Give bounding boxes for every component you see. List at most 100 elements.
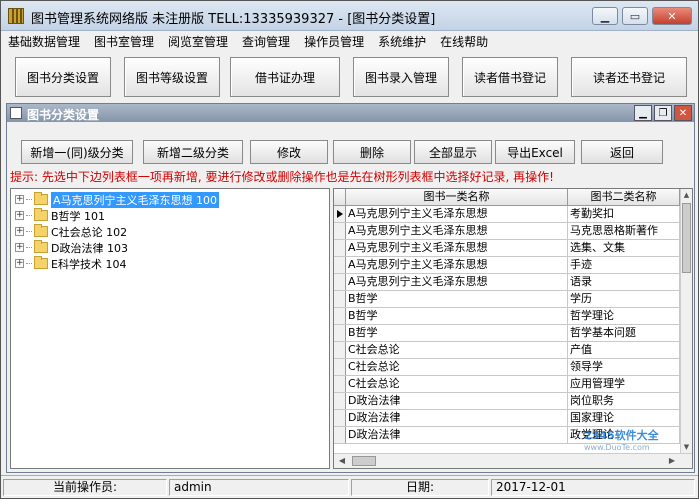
child-close-icon[interactable]: ✕: [674, 105, 692, 121]
export-excel-button[interactable]: 导出Excel: [495, 140, 575, 164]
menu-reading-room[interactable]: 阅览室管理: [161, 31, 235, 51]
row-header[interactable]: [334, 274, 346, 290]
scroll-thumb[interactable]: [352, 456, 376, 466]
cell-category-1[interactable]: B哲学: [346, 325, 568, 341]
cell-category-2[interactable]: 国家理论: [568, 410, 680, 426]
table-row[interactable]: A马克思列宁主义毛泽东思想 选集、文集: [334, 240, 680, 257]
table-row[interactable]: A马克思列宁主义毛泽东思想 马克思恩格斯著作: [334, 223, 680, 240]
current-row-indicator-icon[interactable]: [334, 206, 346, 222]
delete-button[interactable]: 删除: [333, 140, 411, 164]
row-header[interactable]: [334, 308, 346, 324]
expand-icon[interactable]: +: [15, 211, 24, 220]
row-header[interactable]: [334, 427, 346, 443]
cell-category-2[interactable]: 马克思恩格斯著作: [568, 223, 680, 239]
tree-node-label[interactable]: D政治法律 103: [51, 240, 128, 256]
cell-category-1[interactable]: D政治法律: [346, 427, 568, 443]
cell-category-1[interactable]: D政治法律: [346, 410, 568, 426]
scroll-left-icon[interactable]: ◀: [336, 455, 348, 467]
row-header[interactable]: [334, 291, 346, 307]
cell-category-1[interactable]: A马克思列宁主义毛泽东思想: [346, 223, 568, 239]
cell-category-1[interactable]: B哲学: [346, 308, 568, 324]
row-header[interactable]: [334, 376, 346, 392]
column-header[interactable]: 图书一类名称: [346, 189, 568, 205]
cell-category-1[interactable]: C社会总论: [346, 359, 568, 375]
category-tree[interactable]: + A马克思列宁主义毛泽东思想 100 + B哲学 101 + C社会总论 10…: [10, 188, 330, 469]
minimize-icon[interactable]: ▁: [592, 7, 618, 25]
borrow-register-button[interactable]: 读者借书登记: [462, 57, 558, 97]
tree-node-label[interactable]: E科学技术 104: [51, 256, 126, 272]
library-card-button[interactable]: 借书证办理: [230, 57, 340, 97]
expand-icon[interactable]: +: [15, 259, 24, 268]
table-row[interactable]: D政治法律 岗位职务: [334, 393, 680, 410]
scroll-up-icon[interactable]: ▲: [681, 189, 692, 201]
row-header[interactable]: [334, 325, 346, 341]
row-header[interactable]: [334, 240, 346, 256]
cell-category-2[interactable]: 岗位职务: [568, 393, 680, 409]
row-header[interactable]: [334, 393, 346, 409]
cell-category-2[interactable]: 领导学: [568, 359, 680, 375]
cell-category-1[interactable]: A马克思列宁主义毛泽东思想: [346, 274, 568, 290]
cell-category-2[interactable]: 考勤奖扣: [568, 206, 680, 222]
child-restore-icon[interactable]: ❐: [654, 105, 672, 121]
vertical-scrollbar[interactable]: ▲ ▼: [680, 189, 692, 453]
cell-category-2[interactable]: 手迹: [568, 257, 680, 273]
cell-category-1[interactable]: A马克思列宁主义毛泽东思想: [346, 206, 568, 222]
table-row[interactable]: A马克思列宁主义毛泽东思想 考勤奖扣: [334, 206, 680, 223]
table-row[interactable]: A马克思列宁主义毛泽东思想 手迹: [334, 257, 680, 274]
horizontal-scrollbar[interactable]: ◀ ▶: [334, 453, 692, 468]
cell-category-1[interactable]: A马克思列宁主义毛泽东思想: [346, 240, 568, 256]
menu-system-maintenance[interactable]: 系统维护: [371, 31, 433, 51]
cell-category-1[interactable]: C社会总论: [346, 376, 568, 392]
tree-node-label[interactable]: B哲学 101: [51, 208, 105, 224]
close-icon[interactable]: ✕: [652, 7, 692, 25]
cell-category-2[interactable]: 选集、文集: [568, 240, 680, 256]
menu-basic-data[interactable]: 基础数据管理: [1, 31, 87, 51]
return-button[interactable]: 返回: [581, 140, 663, 164]
table-row[interactable]: D政治法律 国家理论: [334, 410, 680, 427]
row-header[interactable]: [334, 410, 346, 426]
book-level-button[interactable]: 图书等级设置: [124, 57, 220, 97]
tree-node-label[interactable]: C社会总论 102: [51, 224, 127, 240]
row-header[interactable]: [334, 359, 346, 375]
tree-node[interactable]: + E科学技术 104: [15, 256, 126, 271]
book-category-button[interactable]: 图书分类设置: [15, 57, 111, 97]
scroll-down-icon[interactable]: ▼: [681, 441, 692, 453]
return-register-button[interactable]: 读者还书登记: [571, 57, 687, 97]
row-header[interactable]: [334, 257, 346, 273]
cell-category-2[interactable]: 哲学基本问题: [568, 325, 680, 341]
table-row[interactable]: B哲学 学历: [334, 291, 680, 308]
cell-category-2[interactable]: 产值: [568, 342, 680, 358]
cell-category-1[interactable]: B哲学: [346, 291, 568, 307]
tree-node-label[interactable]: A马克思列宁主义毛泽东思想 100: [51, 191, 220, 208]
table-row[interactable]: C社会总论 应用管理学: [334, 376, 680, 393]
menu-operator[interactable]: 操作员管理: [297, 31, 371, 51]
table-row[interactable]: C社会总论 产值: [334, 342, 680, 359]
cell-category-2[interactable]: 应用管理学: [568, 376, 680, 392]
scroll-thumb[interactable]: [682, 203, 691, 273]
child-minimize-icon[interactable]: ▁: [634, 105, 652, 121]
menu-online-help[interactable]: 在线帮助: [433, 31, 495, 51]
add-second-level-button[interactable]: 新增二级分类: [143, 140, 243, 164]
tree-node[interactable]: + A马克思列宁主义毛泽东思想 100: [15, 191, 220, 208]
maximize-icon[interactable]: ▭: [622, 7, 648, 25]
cell-category-1[interactable]: D政治法律: [346, 393, 568, 409]
table-row[interactable]: A马克思列宁主义毛泽东思想 语录: [334, 274, 680, 291]
scroll-right-icon[interactable]: ▶: [666, 455, 678, 467]
menu-query[interactable]: 查询管理: [235, 31, 297, 51]
show-all-button[interactable]: 全部显示: [414, 140, 492, 164]
cell-category-1[interactable]: A马克思列宁主义毛泽东思想: [346, 257, 568, 273]
expand-icon[interactable]: +: [15, 227, 24, 236]
menu-library-room[interactable]: 图书室管理: [87, 31, 161, 51]
column-header[interactable]: 图书二类名称: [568, 189, 680, 205]
cell-category-2[interactable]: 语录: [568, 274, 680, 290]
cell-category-2[interactable]: 哲学理论: [568, 308, 680, 324]
book-entry-button[interactable]: 图书录入管理: [353, 57, 449, 97]
row-header[interactable]: [334, 342, 346, 358]
add-same-level-button[interactable]: 新增一(同)级分类: [21, 140, 133, 164]
table-row[interactable]: B哲学 哲学基本问题: [334, 325, 680, 342]
table-row[interactable]: B哲学 哲学理论: [334, 308, 680, 325]
expand-icon[interactable]: +: [15, 195, 24, 204]
tree-node[interactable]: + B哲学 101: [15, 208, 105, 223]
expand-icon[interactable]: +: [15, 243, 24, 252]
cell-category-2[interactable]: 学历: [568, 291, 680, 307]
